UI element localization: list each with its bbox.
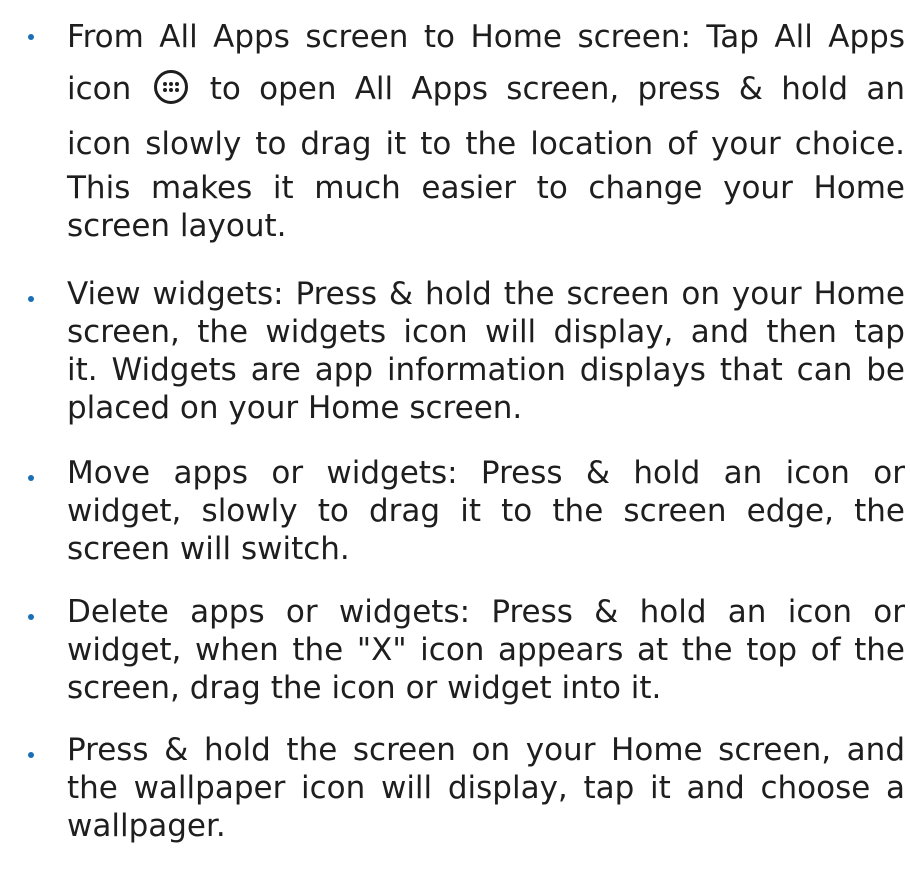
all-apps-icon: [153, 70, 188, 104]
bullet-marker: [28, 614, 34, 620]
list-item-line: widget, when the "X" icon appears at the…: [67, 632, 905, 668]
list-item-line: View widgets: Press & hold the screen on…: [67, 276, 905, 312]
list-item-line: it. Widgets are app information displays…: [67, 352, 905, 388]
list-item-line: screen, drag the icon or widget into it.: [67, 670, 662, 706]
list-item-line: screen layout.: [67, 208, 287, 244]
list-item-line: wallpager.: [67, 808, 226, 844]
bullet-marker: [28, 296, 34, 302]
list-item-line: Press & hold the screen on your Home scr…: [67, 732, 905, 768]
list-item-line: widget, slowly to drag it to the screen …: [67, 493, 905, 529]
bullet-marker: [28, 34, 34, 40]
manual-page: From All Apps screen to Home screen: Tap…: [0, 0, 910, 870]
list-item-line: screen, the widgets icon will display, a…: [67, 314, 905, 350]
list-item-line: the wallpaper icon will display, tap it …: [67, 770, 905, 806]
bullet-marker: [28, 752, 34, 758]
list-item-line: placed on your Home screen.: [67, 390, 523, 426]
list-item-line: icon slowly to drag it to the location o…: [67, 126, 905, 162]
bullet-marker: [28, 475, 34, 481]
list-item-line: icon to open All Apps screen, press & ho…: [67, 70, 905, 107]
list-item-line: Delete apps or widgets: Press & hold an …: [67, 594, 905, 630]
list-item-line: screen will switch.: [67, 531, 350, 567]
list-item-line: From All Apps screen to Home screen: Tap…: [67, 19, 905, 55]
list-item-line: This makes it much easier to change your…: [67, 170, 905, 206]
list-item-line: Move apps or widgets: Press & hold an ic…: [67, 455, 905, 491]
